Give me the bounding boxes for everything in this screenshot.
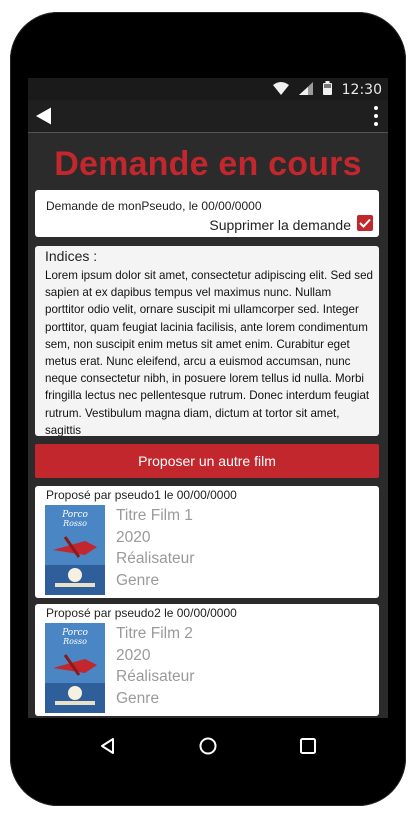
check-icon: [359, 218, 371, 228]
wifi-icon: [272, 81, 289, 98]
status-bar: 12:30: [28, 78, 388, 100]
overflow-menu-icon[interactable]: [373, 106, 379, 126]
signal-icon: [298, 81, 313, 98]
back-arrow-icon[interactable]: [34, 106, 54, 126]
nav-back-icon[interactable]: [98, 736, 118, 756]
film-details: Titre Film 2 2020 Réalisateur Genre: [116, 623, 194, 709]
propose-film-button[interactable]: Proposer un autre film: [35, 444, 379, 478]
film-genre: Genre: [116, 689, 160, 707]
film-year: 2020: [116, 646, 151, 664]
film-director: Réalisateur: [116, 550, 195, 567]
film-poster: Porco Rosso: [45, 505, 105, 595]
request-info: Demande de monPseudo, le 00/00/0000: [46, 199, 262, 213]
film-director: Réalisateur: [116, 668, 195, 685]
app-bar: [28, 100, 388, 133]
device-screen: 12:30 Demande en cours Demande de monPse…: [28, 78, 388, 718]
film-proposal-card[interactable]: Proposé par pseudo2 le 00/00/0000 Porco …: [35, 604, 379, 716]
film-poster: Porco Rosso: [45, 623, 105, 713]
film-title: Titre Film 1: [116, 507, 193, 524]
film-details: Titre Film 1 2020 Réalisateur Genre: [116, 505, 194, 591]
main-content: Demande en cours Demande de monPseudo, l…: [28, 133, 388, 718]
delete-request-checkbox[interactable]: [357, 215, 373, 231]
status-time: 12:30: [341, 81, 382, 98]
delete-request-label[interactable]: Supprimer la demande: [209, 217, 351, 233]
film-proposal-card[interactable]: Proposé par pseudo1 le 00/00/0000 Porco …: [35, 486, 379, 598]
nav-recents-icon[interactable]: [298, 736, 318, 756]
proposal-author: Proposé par pseudo2 le 00/00/0000: [46, 606, 237, 620]
status-icons: 12:30: [272, 81, 382, 98]
film-year: 2020: [116, 528, 151, 546]
nav-home-icon[interactable]: [198, 736, 218, 756]
page-title: Demande en cours: [54, 145, 362, 183]
film-genre: Genre: [116, 571, 160, 589]
svg-text:Rosso: Rosso: [62, 637, 87, 646]
system-nav-bar: [28, 718, 388, 774]
hints-card[interactable]: Indices : Lorem ipsum dolor sit amet, co…: [35, 246, 379, 436]
request-card: Demande de monPseudo, le 00/00/0000 Supp…: [35, 190, 379, 237]
battery-icon: [322, 81, 332, 98]
film-title: Titre Film 2: [116, 625, 193, 642]
proposal-author: Proposé par pseudo1 le 00/00/0000: [46, 488, 237, 502]
svg-text:Rosso: Rosso: [62, 519, 87, 528]
hints-label: Indices :: [45, 248, 98, 264]
hints-text: Lorem ipsum dolor sit amet, consectetur …: [45, 269, 374, 436]
